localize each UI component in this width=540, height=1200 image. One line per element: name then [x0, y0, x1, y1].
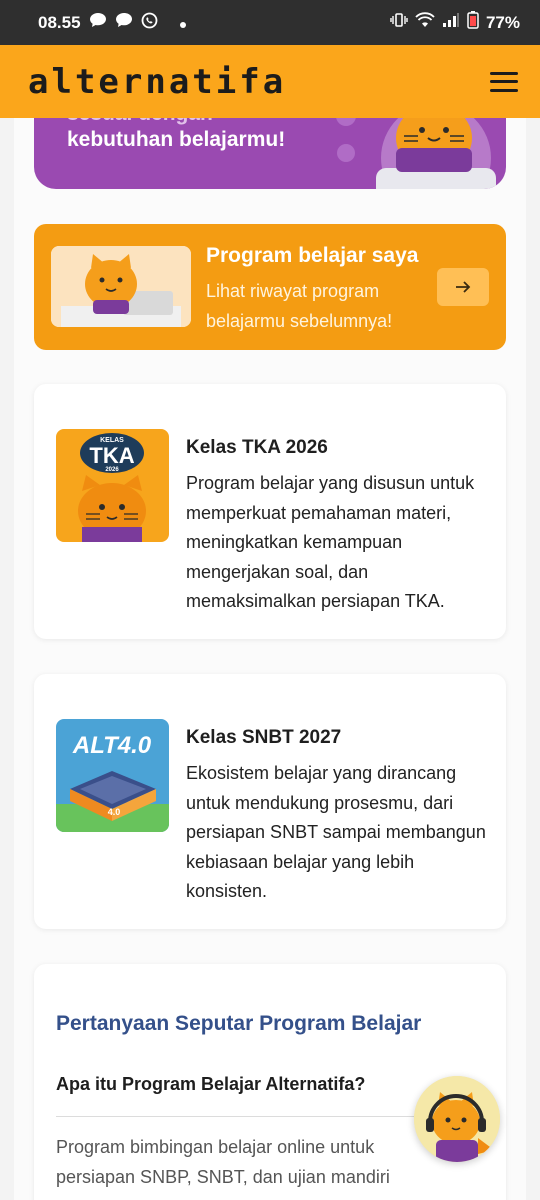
whatsapp-icon: [141, 12, 158, 34]
tka-badge-main: TKA: [89, 443, 134, 468]
faq-question[interactable]: Apa itu Program Belajar Alternatifa?: [56, 1074, 365, 1095]
chat-support-button[interactable]: [414, 1076, 500, 1162]
class-title-snbt: Kelas SNBT 2027: [186, 727, 342, 748]
status-bar: 08.55 77%: [0, 0, 540, 45]
signal-icon: [442, 12, 460, 33]
faq-answer: Program bimbingan belajar online untuk p…: [56, 1137, 390, 1187]
class-thumbnail-tka: KELAS TKA 2026: [56, 429, 169, 542]
app-header: alternatifa: [0, 45, 540, 118]
battery-percent: 77%: [485, 12, 520, 32]
vibrate-icon: [390, 12, 408, 33]
cat-headset-icon: [414, 1076, 500, 1162]
page-content: sesuai dengan kebutuhan belajarmu!: [14, 118, 526, 1200]
faq-heading: Pertanyaan Seputar Program Belajar: [56, 1012, 422, 1035]
my-program-illustration: [51, 246, 191, 327]
my-program-card[interactable]: Program belajar saya Lihat riwayat progr…: [34, 224, 506, 350]
notification-dot-icon: [179, 13, 186, 33]
snbt-badge-sub: 4.0: [108, 807, 121, 817]
wifi-icon: [415, 12, 435, 33]
my-program-subtitle: Lihat riwayat program belajarmu sebelumn…: [206, 281, 393, 331]
class-card-tka[interactable]: KELAS TKA 2026 Kelas TKA 2026 Program be…: [34, 384, 506, 639]
my-program-title: Program belajar saya: [206, 244, 419, 267]
alternatifa-logo[interactable]: alternatifa: [28, 62, 286, 102]
chat-bubble-icon: [89, 12, 107, 33]
chat-bubble-icon: [115, 12, 133, 33]
class-title-tka: Kelas TKA 2026: [186, 437, 328, 458]
menu-bar: [490, 80, 518, 83]
promo-line-2: kebutuhan belajarmu!: [67, 128, 286, 151]
promo-line-1: sesuai dengan: [67, 118, 213, 126]
menu-bar: [490, 88, 518, 92]
arrow-right-icon: [456, 281, 471, 293]
snbt-badge-main: ALT4.0: [72, 732, 152, 759]
class-description-snbt: Ekosistem belajar yang dirancang untuk m…: [186, 763, 486, 901]
class-thumbnail-snbt: ALT4.0 4.0: [56, 719, 169, 832]
battery-icon: [467, 11, 479, 34]
hamburger-menu-button[interactable]: [490, 71, 518, 92]
promo-banner[interactable]: sesuai dengan kebutuhan belajarmu!: [34, 118, 506, 189]
tka-badge-year: 2026: [105, 467, 119, 473]
promo-cat-illustration: [336, 118, 496, 189]
class-description-tka: Program belajar yang disusun untuk mempe…: [186, 473, 475, 611]
menu-bar: [490, 71, 518, 75]
class-card-snbt[interactable]: ALT4.0 4.0 Kelas SNBT 2027 Ekosistem bel…: [34, 674, 506, 929]
faq-divider: [56, 1116, 416, 1117]
my-program-arrow-button[interactable]: [437, 268, 489, 306]
status-time: 08.55: [38, 12, 81, 32]
